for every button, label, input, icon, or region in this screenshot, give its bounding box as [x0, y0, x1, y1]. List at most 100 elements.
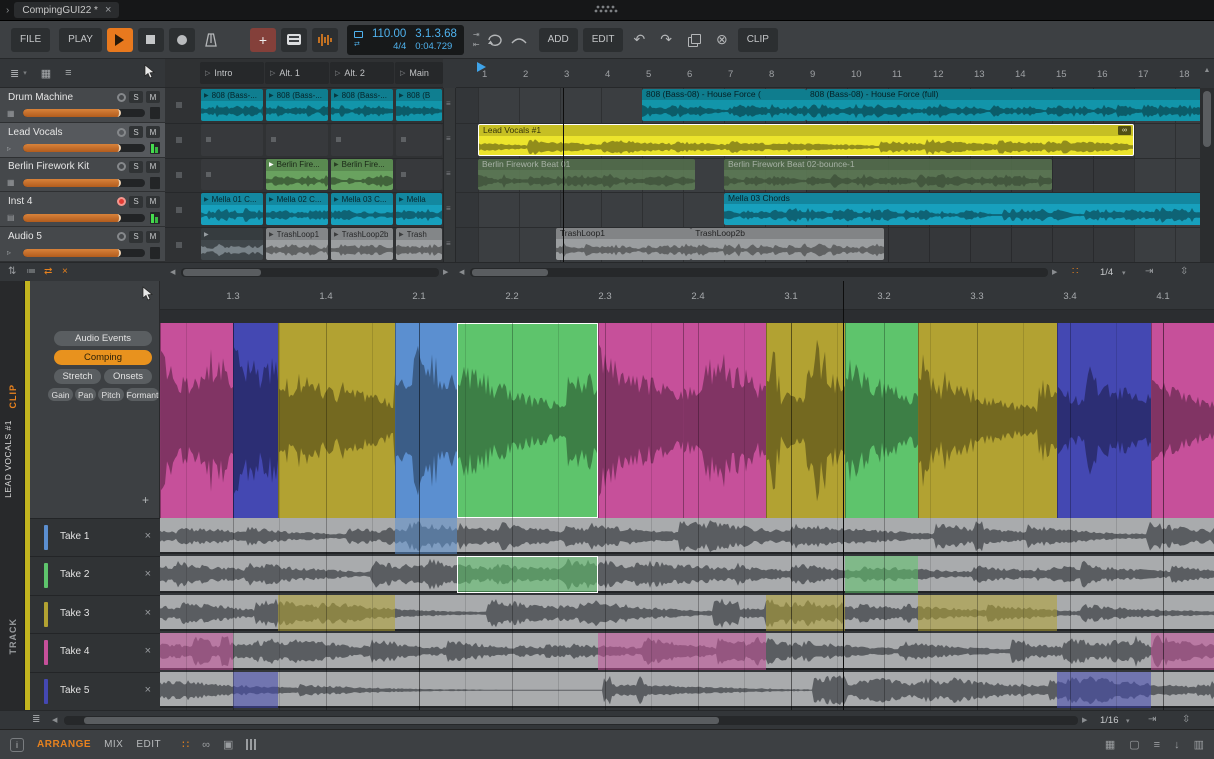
- edit-view-tab[interactable]: EDIT: [136, 739, 161, 750]
- comp-region-highlight[interactable]: [457, 556, 598, 592]
- arranger-clip[interactable]: Berlin Firework Beat 02-bounce-1: [724, 159, 1052, 191]
- clip-play-icon[interactable]: ▶: [334, 196, 339, 203]
- comp-segment[interactable]: [683, 323, 766, 518]
- volume-fader[interactable]: [23, 179, 145, 187]
- tab-overflow-icon[interactable]: ›: [6, 5, 9, 16]
- comp-segment[interactable]: [457, 323, 598, 518]
- launcher-clip[interactable]: ▶808 (Bass-...: [331, 89, 393, 121]
- launcher-clip[interactable]: ▶TrashLoop1: [266, 228, 328, 260]
- track-header[interactable]: Drum MachineSM▦: [0, 88, 165, 123]
- arrange-view-tab[interactable]: ARRANGE: [37, 739, 91, 750]
- mixer-panel-icon[interactable]: ▥: [1194, 738, 1204, 751]
- mute-button[interactable]: M: [146, 91, 160, 103]
- solo-button[interactable]: S: [129, 161, 143, 173]
- comp-region-highlight[interactable]: [233, 672, 278, 708]
- comp-region-highlight[interactable]: [766, 595, 845, 631]
- add-track-button[interactable]: ADD: [539, 28, 578, 52]
- scene-header[interactable]: ▷Alt. 2: [330, 62, 394, 84]
- position-value[interactable]: 3.1.3.68: [415, 28, 457, 40]
- pan-button[interactable]: Pan: [75, 388, 96, 401]
- record-arm-button[interactable]: [117, 128, 126, 137]
- record-arm-button[interactable]: [117, 162, 126, 171]
- close-icon[interactable]: ×: [105, 4, 111, 16]
- track-header[interactable]: Inst 4SM▤: [0, 192, 165, 227]
- launcher-clip[interactable]: ▶808 (B: [396, 89, 442, 121]
- zoom-fit-icon[interactable]: ⇳: [1182, 714, 1190, 725]
- file-menu-button[interactable]: FILE: [11, 28, 50, 52]
- comp-region-highlight[interactable]: [918, 595, 1057, 631]
- clip-stop-button[interactable]: [176, 102, 182, 108]
- scrollbar-handle[interactable]: [84, 717, 719, 724]
- comp-segment[interactable]: [1057, 323, 1151, 518]
- mute-button[interactable]: M: [146, 196, 160, 208]
- mute-button[interactable]: M: [146, 161, 160, 173]
- tab-track[interactable]: TRACK: [0, 576, 25, 696]
- take-row[interactable]: Take 5×: [30, 673, 160, 711]
- display-profile-icon[interactable]: ▣: [223, 738, 233, 751]
- take-row[interactable]: Take 2×: [30, 557, 160, 595]
- comp-region-highlight[interactable]: [1151, 633, 1214, 669]
- comp-region-highlight[interactable]: [683, 633, 766, 669]
- track-header[interactable]: Audio 5SM▹: [0, 227, 165, 262]
- arranger-view-icon[interactable]: ≡: [65, 67, 71, 79]
- delete-icon[interactable]: ⊗: [711, 31, 733, 48]
- launcher-clip[interactable]: ▶Berlin Fire...: [266, 159, 328, 191]
- scroll-up-icon[interactable]: ▲: [1200, 67, 1214, 74]
- snap-to-grid-icon[interactable]: ⇥: [1148, 714, 1156, 725]
- chevron-down-icon[interactable]: ▾: [1122, 269, 1126, 277]
- launcher-clip[interactable]: ▶Trash: [396, 228, 442, 260]
- formant-button[interactable]: Formant: [126, 388, 159, 401]
- delete-take-button[interactable]: ×: [145, 568, 151, 580]
- clip-stop-button[interactable]: [176, 207, 182, 213]
- launcher-h-scrollbar[interactable]: [181, 268, 439, 277]
- clip-play-icon[interactable]: ▶: [269, 231, 274, 238]
- comping-timeline[interactable]: 1.31.42.12.22.32.43.13.23.33.44.1: [160, 281, 1214, 710]
- comp-segment[interactable]: [598, 323, 683, 518]
- comp-segment[interactable]: [845, 323, 918, 518]
- volume-fader[interactable]: [23, 214, 145, 222]
- layer-stack-icon[interactable]: ≣: [32, 714, 40, 725]
- add-device-button[interactable]: +: [250, 28, 276, 52]
- editor-h-scrollbar[interactable]: [64, 716, 1078, 725]
- comp-segment[interactable]: [395, 323, 457, 518]
- comp-region-highlight[interactable]: [1057, 672, 1151, 708]
- take-lane[interactable]: [160, 672, 1214, 708]
- clip-play-icon[interactable]: ▶: [399, 196, 404, 203]
- scene-header[interactable]: ▷Main: [395, 62, 443, 84]
- close-launcher-icon[interactable]: ×: [62, 266, 68, 277]
- clip-play-icon[interactable]: ▶: [269, 196, 274, 203]
- empty-clip-slot[interactable]: [396, 159, 442, 191]
- stretch-button[interactable]: Stretch: [54, 369, 101, 384]
- clip-play-icon[interactable]: ▶: [204, 196, 209, 203]
- redo-icon[interactable]: ↷: [655, 31, 677, 48]
- scene-header[interactable]: ▷Intro: [200, 62, 264, 84]
- pointer-tool-icon[interactable]: [141, 286, 154, 306]
- take-row[interactable]: Take 4×: [30, 634, 160, 672]
- record-button[interactable]: [169, 28, 195, 52]
- volume-fader[interactable]: [23, 144, 145, 152]
- follow-playhead-icon[interactable]: ⇄: [44, 266, 52, 277]
- editor-ruler[interactable]: 1.31.42.12.22.32.43.13.23.33.44.1: [160, 281, 1214, 310]
- duplicate-icon[interactable]: [688, 34, 700, 46]
- document-tab[interactable]: CompingGUI22 * ×: [14, 2, 119, 18]
- arranger-clip[interactable]: Berlin Firework Beat 01: [478, 159, 695, 191]
- take-lane[interactable]: [160, 518, 1214, 554]
- scroll-left-icon[interactable]: ◀: [459, 268, 464, 276]
- comp-segment[interactable]: [278, 323, 395, 518]
- snap-to-grid-icon[interactable]: ⇥: [1145, 266, 1153, 277]
- solo-button[interactable]: S: [129, 231, 143, 243]
- play-button[interactable]: [107, 28, 133, 52]
- clip-stop-button[interactable]: [176, 172, 182, 178]
- play-menu-button[interactable]: PLAY: [59, 28, 102, 52]
- keyboard-panel-icon[interactable]: ▦: [1105, 738, 1115, 751]
- arranger-clip[interactable]: TrashLoop2b: [691, 228, 884, 260]
- snap-settings-icon[interactable]: ∷: [1072, 266, 1078, 277]
- scroll-right-icon[interactable]: ▶: [1082, 716, 1087, 724]
- launcher-view-icon[interactable]: ▦: [41, 67, 51, 80]
- add-take-button[interactable]: +: [142, 493, 149, 507]
- scroll-left-icon[interactable]: ◀: [52, 716, 57, 724]
- clip-menu-button[interactable]: CLIP: [738, 28, 778, 52]
- empty-clip-slot[interactable]: [331, 124, 393, 156]
- clip-play-icon[interactable]: ▶: [399, 92, 404, 99]
- arranger-clip[interactable]: 808 (Bass-08) - House Force (: [642, 89, 806, 121]
